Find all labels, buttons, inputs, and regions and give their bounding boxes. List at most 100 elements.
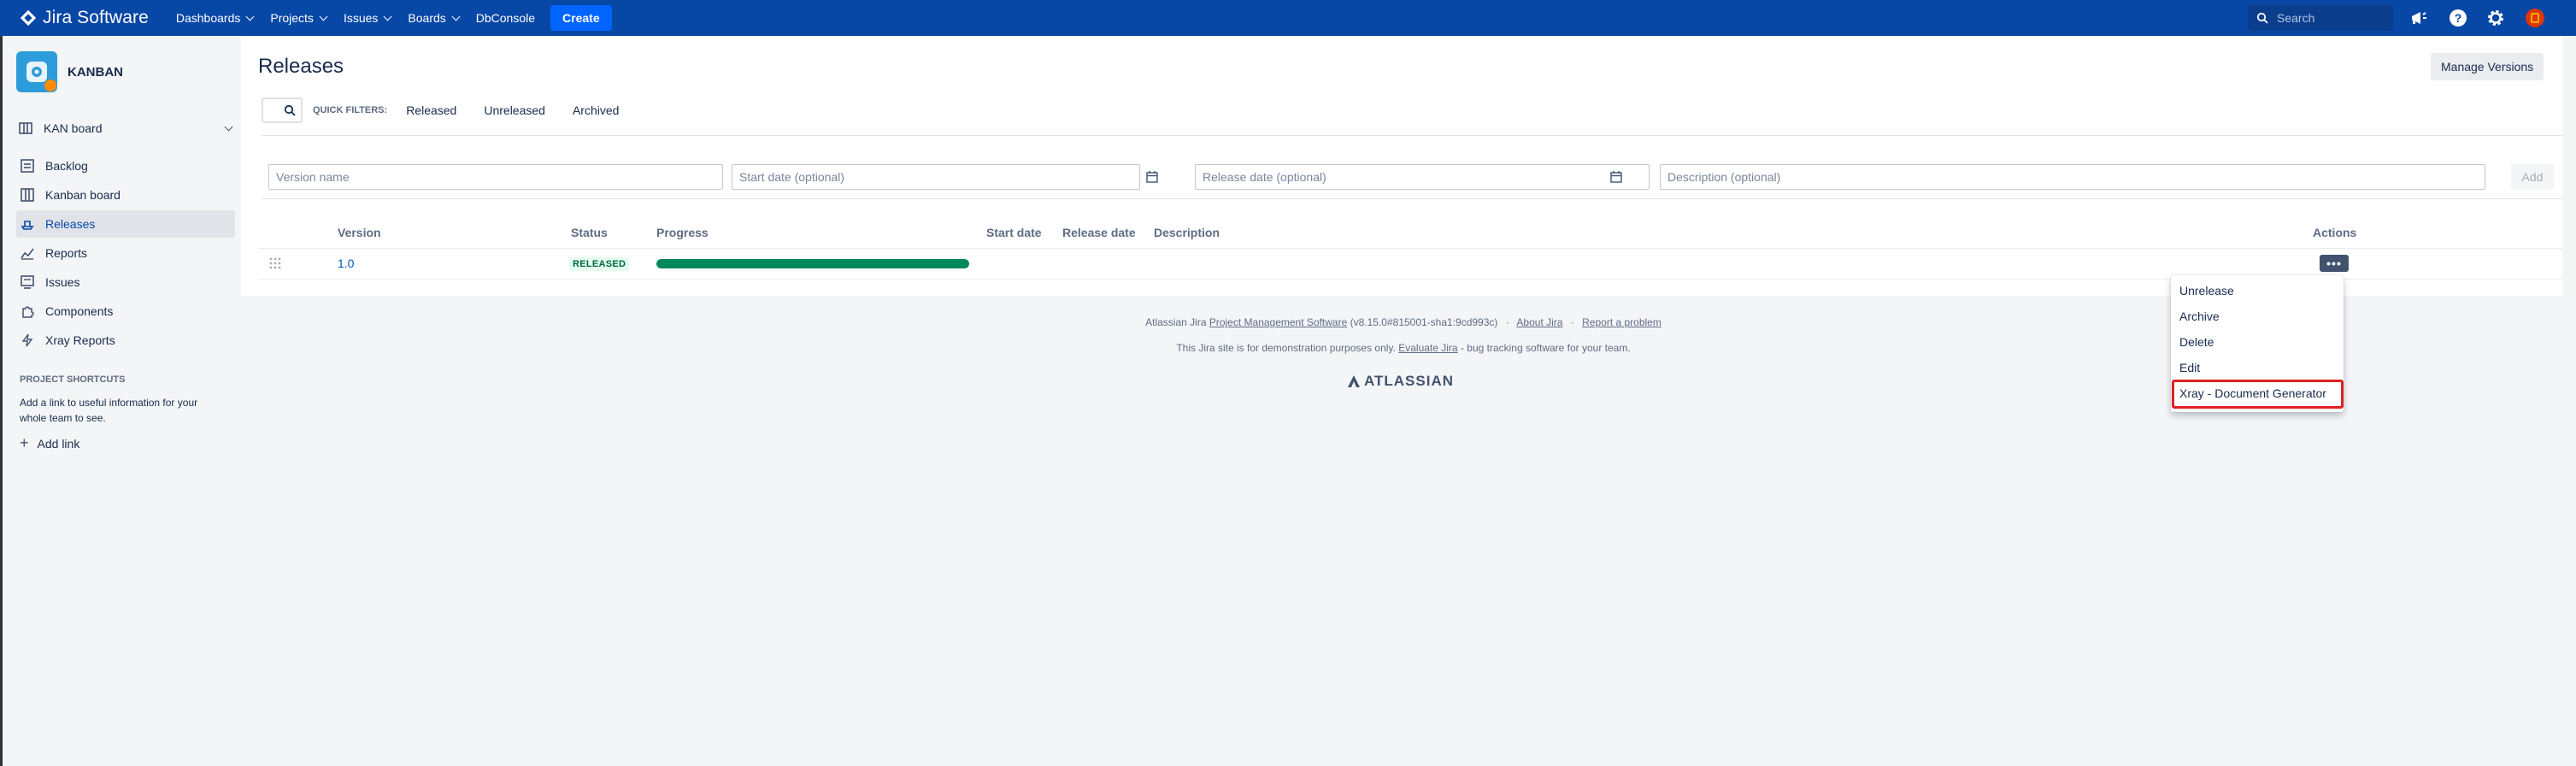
board-icon — [20, 187, 35, 203]
divider — [262, 135, 2562, 136]
backlog-icon — [20, 158, 35, 174]
create-button[interactable]: Create — [550, 5, 612, 31]
atlassian-logo[interactable]: ATLASSIAN — [1347, 373, 1454, 390]
search-input[interactable]: Search — [2248, 5, 2393, 31]
add-link-button[interactable]: + Add link — [20, 434, 79, 452]
search-icon — [284, 104, 296, 116]
nav-dbconsole-label: DbConsole — [475, 11, 536, 25]
sidebar-item-releases[interactable]: Releases — [16, 210, 235, 238]
right-edge — [2562, 36, 2576, 766]
release-date-placeholder: Release date (optional) — [1203, 170, 1326, 184]
nav-projects[interactable]: Projects — [262, 0, 335, 36]
gear-icon[interactable] — [2485, 8, 2506, 28]
footer-line-2: This Jira site is for demonstration purp… — [0, 342, 2576, 354]
help-icon[interactable]: ? — [2448, 8, 2468, 28]
menu-item-edit[interactable]: Edit — [2179, 361, 2200, 374]
megaphone-icon[interactable] — [2408, 8, 2429, 28]
column-header-release-date: Release date — [1062, 226, 1136, 239]
sidebar-item-reports[interactable]: Reports — [16, 239, 235, 267]
description-placeholder: Description (optional) — [1667, 170, 1781, 184]
board-selector[interactable]: KAN board — [18, 121, 233, 136]
jira-logo[interactable]: Jira Software — [19, 8, 149, 28]
actions-button[interactable]: ••• — [2320, 255, 2349, 272]
column-header-actions: Actions — [2313, 226, 2357, 239]
filter-released[interactable]: Released — [406, 103, 456, 117]
progress-bar — [656, 259, 969, 268]
sidebar-item-label: Issues — [45, 275, 80, 289]
column-header-version: Version — [338, 226, 381, 239]
chevron-down-icon — [451, 12, 461, 21]
nav-issues[interactable]: Issues — [335, 0, 399, 36]
project-management-link[interactable]: Project Management Software — [1209, 316, 1347, 328]
footer-version: (v8.15.0#815001-sha1:9cd993c) — [1350, 316, 1498, 328]
nav-dashboards[interactable]: Dashboards — [168, 0, 262, 36]
issues-icon — [20, 274, 35, 290]
project-shortcuts-heading: PROJECT SHORTCUTS — [20, 374, 126, 385]
svg-text:?: ? — [2455, 11, 2462, 25]
report-problem-link[interactable]: Report a problem — [1582, 316, 1661, 328]
filter-unreleased[interactable]: Unreleased — [484, 103, 545, 117]
version-name-placeholder: Version name — [276, 170, 350, 184]
chart-icon — [20, 245, 35, 261]
chevron-down-icon — [224, 122, 233, 131]
sidebar-item-kanban-board[interactable]: Kanban board — [16, 181, 235, 209]
footer-disclaimer: This Jira site is for demonstration purp… — [1176, 342, 1396, 354]
chevron-down-icon — [245, 12, 255, 21]
description-field[interactable]: Description (optional) — [1660, 164, 2485, 190]
footer-suffix: - bug tracking software for your team. — [1460, 342, 1631, 354]
top-navigation-bar: Jira Software Dashboards Projects Issues… — [0, 0, 2576, 36]
evaluate-jira-link[interactable]: Evaluate Jira — [1398, 342, 1457, 354]
version-name-field[interactable]: Version name — [268, 164, 723, 190]
product-name: Jira Software — [43, 8, 149, 27]
nav-dbconsole[interactable]: DbConsole — [468, 0, 544, 36]
ship-icon — [20, 216, 35, 232]
filter-search-input[interactable] — [262, 97, 303, 123]
divider — [262, 198, 2562, 199]
nav-projects-label: Projects — [270, 11, 314, 25]
start-date-placeholder: Start date (optional) — [739, 170, 844, 184]
start-date-field[interactable]: Start date (optional) — [732, 164, 1140, 190]
nav-boards-label: Boards — [408, 11, 446, 25]
search-icon — [2256, 12, 2268, 24]
filter-archived[interactable]: Archived — [573, 103, 619, 117]
quick-filters-label: QUICK FILTERS: — [313, 105, 388, 115]
add-version-button[interactable]: Add — [2511, 164, 2554, 190]
column-header-status: Status — [571, 226, 608, 239]
search-placeholder: Search — [2277, 11, 2315, 25]
project-header[interactable]: KANBAN — [16, 51, 123, 92]
sidebar-item-label: Backlog — [45, 159, 88, 173]
about-jira-link[interactable]: About Jira — [1516, 316, 1562, 328]
release-date-field[interactable]: Release date (optional) — [1195, 164, 1650, 190]
chevron-down-icon — [319, 12, 328, 21]
add-link-label: Add link — [37, 436, 80, 451]
atlassian-wordmark: ATLASSIAN — [1364, 373, 1455, 389]
drag-handle-icon[interactable] — [268, 256, 282, 270]
sidebar-item-backlog[interactable]: Backlog — [16, 152, 235, 180]
menu-item-unrelease[interactable]: Unrelease — [2179, 284, 2234, 298]
board-icon — [18, 121, 33, 136]
sidebar-item-label: Reports — [45, 246, 88, 260]
sidebar-item-label: Kanban board — [45, 188, 121, 202]
column-header-start-date: Start date — [986, 226, 1042, 239]
nav-boards[interactable]: Boards — [399, 0, 467, 36]
column-header-progress: Progress — [656, 226, 709, 239]
highlight-box — [2172, 380, 2344, 409]
calendar-icon[interactable] — [1146, 171, 1158, 183]
divider — [258, 248, 2562, 249]
sidebar-item-issues[interactable]: Issues — [16, 268, 235, 296]
manage-versions-button[interactable]: Manage Versions — [2431, 53, 2544, 80]
jira-diamond-icon — [20, 9, 37, 27]
nav-issues-label: Issues — [343, 11, 379, 25]
status-badge: RELEASED — [569, 257, 630, 271]
calendar-icon[interactable] — [1610, 171, 1622, 183]
sidebar-item-label: Releases — [45, 217, 96, 231]
version-link[interactable]: 1.0 — [338, 256, 354, 270]
project-avatar — [16, 51, 57, 92]
robot-icon — [26, 62, 56, 91]
project-name: KANBAN — [68, 64, 123, 80]
project-sidebar: KANBAN KAN board Backlog Kanban board Re… — [0, 36, 241, 766]
user-avatar[interactable] — [2525, 8, 2545, 28]
nav-dashboards-label: Dashboards — [175, 11, 241, 25]
project-shortcuts-help: Add a link to useful information for you… — [20, 397, 198, 424]
atlassian-icon — [1348, 375, 1360, 387]
